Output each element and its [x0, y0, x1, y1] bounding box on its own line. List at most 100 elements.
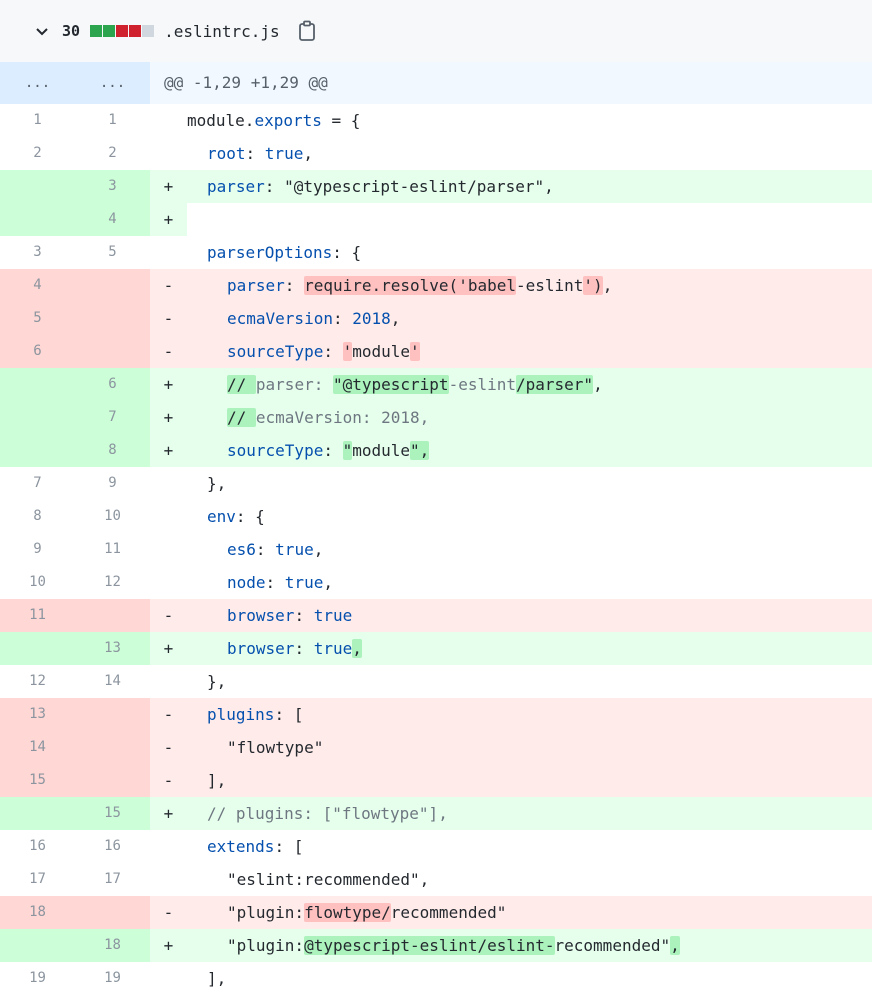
file-name[interactable]: .eslintrc.js	[164, 22, 280, 41]
old-line-number[interactable]	[0, 170, 75, 203]
code-token: : {	[332, 243, 362, 262]
diff-line: 16 16 extends: [	[0, 830, 872, 863]
old-line-number[interactable]: 8	[0, 500, 75, 533]
old-line-number[interactable]: 11	[0, 599, 75, 632]
diff-line: 8 + sourceType: "module",	[0, 434, 872, 467]
diff-line: 79 },	[0, 467, 872, 500]
new-line-number[interactable]: 18	[75, 929, 150, 962]
old-line-number[interactable]: 18	[0, 896, 75, 929]
code-token: ,	[323, 573, 333, 592]
code-token: env	[207, 507, 236, 526]
old-line-number[interactable]	[0, 929, 75, 962]
old-line-number[interactable]	[0, 434, 75, 467]
old-line-number[interactable]: 13	[0, 698, 75, 731]
new-line-number[interactable]: 10	[75, 500, 150, 533]
diff-sign	[150, 863, 187, 896]
new-line-number[interactable]: 15	[75, 797, 150, 830]
old-line-number[interactable]: 16	[0, 830, 75, 863]
code-line: parserOptions: {	[187, 236, 872, 269]
new-line-number[interactable]: 7	[75, 401, 150, 434]
code-line: "plugin:flowtype/recommended"	[187, 896, 872, 929]
new-line-number[interactable]: 11	[75, 533, 150, 566]
diff-line: 11- browser: true	[0, 599, 872, 632]
new-line-number[interactable]: 6	[75, 368, 150, 401]
old-line-number[interactable]: 7	[0, 467, 75, 500]
old-line-number[interactable]: 10	[0, 566, 75, 599]
new-line-number[interactable]	[75, 764, 150, 797]
new-line-number[interactable]	[75, 302, 150, 335]
code-token: 2018	[352, 309, 391, 328]
diff-sign: -	[150, 599, 187, 632]
code-token: = {	[321, 111, 361, 130]
code-token: :	[284, 276, 305, 295]
new-line-number[interactable]: 19	[75, 962, 150, 995]
new-line-number[interactable]	[75, 335, 150, 368]
chevron-down-icon[interactable]	[34, 23, 50, 39]
code-line: sourceType: "module",	[187, 434, 872, 467]
code-line: "plugin:@typescript-eslint/eslint-recomm…	[187, 929, 872, 962]
old-line-number[interactable]: 3	[0, 236, 75, 269]
code-token: ecmaVersion: 2018,	[255, 408, 430, 427]
old-line-number[interactable]: 1	[0, 104, 75, 137]
old-line-number[interactable]	[0, 632, 75, 665]
old-line-number[interactable]	[0, 203, 75, 236]
code-token: parser	[207, 177, 265, 196]
new-line-number[interactable]: 13	[75, 632, 150, 665]
old-line-number[interactable]: 5	[0, 302, 75, 335]
code-line: extends: [	[187, 830, 872, 863]
code-line: ],	[187, 962, 872, 995]
hunk-expand-new[interactable]: ...	[75, 62, 150, 104]
new-line-number[interactable]: 12	[75, 566, 150, 599]
old-line-number[interactable]: 19	[0, 962, 75, 995]
new-line-number[interactable]: 1	[75, 104, 150, 137]
new-line-number[interactable]: 4	[75, 203, 150, 236]
code-token: true	[275, 540, 314, 559]
code-line: "eslint:recommended",	[187, 863, 872, 896]
old-line-number[interactable]: 2	[0, 137, 75, 170]
new-line-number[interactable]: 16	[75, 830, 150, 863]
diff-line: 12 14 },	[0, 665, 872, 698]
code-token: //	[227, 408, 256, 427]
old-line-number[interactable]	[0, 797, 75, 830]
diff-line: 35 parserOptions: {	[0, 236, 872, 269]
diff-sign	[150, 566, 187, 599]
new-line-number[interactable]	[75, 269, 150, 302]
old-line-number[interactable]: 14	[0, 731, 75, 764]
code-token: //	[227, 375, 256, 394]
hunk-expand-old[interactable]: ...	[0, 62, 75, 104]
diff-table: ... ... @@ -1,29 +1,29 @@ 11 module.expo…	[0, 62, 872, 995]
diffstat-block	[103, 25, 116, 37]
code-token: "plugin:	[227, 903, 305, 922]
old-line-number[interactable]: 15	[0, 764, 75, 797]
code-token: true	[284, 573, 324, 592]
code-token: exports	[254, 111, 322, 130]
new-line-number[interactable]: 5	[75, 236, 150, 269]
new-line-number[interactable]: 2	[75, 137, 150, 170]
old-line-number[interactable]	[0, 368, 75, 401]
old-line-number[interactable]: 12	[0, 665, 75, 698]
diff-line: 18 + "plugin:@typescript-eslint/eslint-rec…	[0, 929, 872, 962]
old-line-number[interactable]: 4	[0, 269, 75, 302]
new-line-number[interactable]	[75, 731, 150, 764]
copy-icon[interactable]	[298, 20, 316, 42]
code-line: ],	[187, 764, 872, 797]
new-line-number[interactable]: 14	[75, 665, 150, 698]
code-token: -eslint	[515, 276, 584, 295]
old-line-number[interactable]: 6	[0, 335, 75, 368]
old-line-number[interactable]: 17	[0, 863, 75, 896]
code-line: "flowtype"	[187, 731, 872, 764]
new-line-number[interactable]: 17	[75, 863, 150, 896]
new-line-number[interactable]: 3	[75, 170, 150, 203]
hunk-header-text: @@ -1,29 +1,29 @@	[150, 62, 872, 104]
diff-sign: +	[150, 797, 187, 830]
new-line-number[interactable]	[75, 698, 150, 731]
new-line-number[interactable]	[75, 599, 150, 632]
old-line-number[interactable]: 9	[0, 533, 75, 566]
new-line-number[interactable]: 9	[75, 467, 150, 500]
code-token: parser	[227, 276, 285, 295]
diffstat-bars	[90, 25, 155, 37]
code-token: "	[342, 441, 353, 460]
old-line-number[interactable]	[0, 401, 75, 434]
new-line-number[interactable]	[75, 896, 150, 929]
new-line-number[interactable]: 8	[75, 434, 150, 467]
